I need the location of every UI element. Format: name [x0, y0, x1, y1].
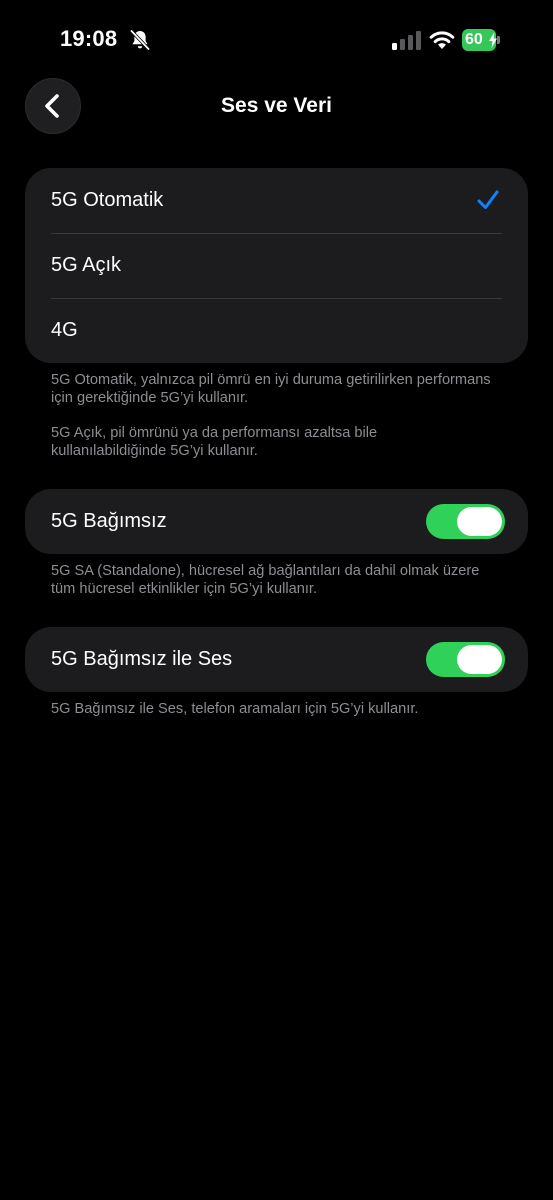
status-time: 19:08 — [60, 26, 118, 51]
standalone-voice-group: 5G Bağımsız ile Ses — [25, 627, 528, 692]
toggle-knob — [457, 645, 502, 674]
option-label: 4G — [51, 319, 78, 341]
wifi-icon — [429, 31, 455, 49]
standalone-voice-toggle[interactable] — [426, 642, 505, 677]
voice-data-options: 5G Otomatik 5G Açık 4G — [25, 168, 528, 363]
standalone-voice-row: 5G Bağımsız ile Ses — [25, 627, 528, 692]
bell-slash-icon — [130, 29, 150, 51]
option-5g-auto[interactable]: 5G Otomatik — [25, 168, 528, 233]
page-title: Ses ve Veri — [221, 94, 332, 117]
standalone-group: 5G Bağımsız — [25, 489, 528, 554]
footnote-standalone: 5G SA (Standalone), hücresel ağ bağlantı… — [51, 563, 480, 597]
option-4g[interactable]: 4G — [25, 298, 528, 363]
screen: 19:08 60 Ses ve Veri 5G Otomatik 5G Açık… — [0, 0, 553, 1200]
footnote-standalone-voice: 5G Bağımsız ile Ses, telefon aramaları i… — [51, 701, 419, 717]
standalone-toggle[interactable] — [426, 504, 505, 539]
standalone-row: 5G Bağımsız — [25, 489, 528, 554]
option-5g-on[interactable]: 5G Açık — [25, 233, 528, 298]
footnote-5g-on: 5G Açık, pil ömrünü ya da performansı az… — [51, 425, 378, 459]
option-label: 5G Otomatik — [51, 189, 164, 211]
status-bar: 19:08 60 — [0, 0, 553, 80]
toggle-knob — [457, 507, 502, 536]
battery-cap — [497, 36, 500, 44]
standalone-label: 5G Bağımsız — [51, 510, 167, 532]
option-label: 5G Açık — [51, 254, 122, 276]
battery-charging-icon: 60 — [462, 29, 500, 51]
checkmark-icon — [477, 190, 499, 209]
cellular-signal-icon — [392, 31, 421, 50]
standalone-voice-label: 5G Bağımsız ile Ses — [51, 648, 233, 670]
footnote-5g-auto: 5G Otomatik, yalnızca pil ömrü en iyi du… — [51, 372, 491, 406]
